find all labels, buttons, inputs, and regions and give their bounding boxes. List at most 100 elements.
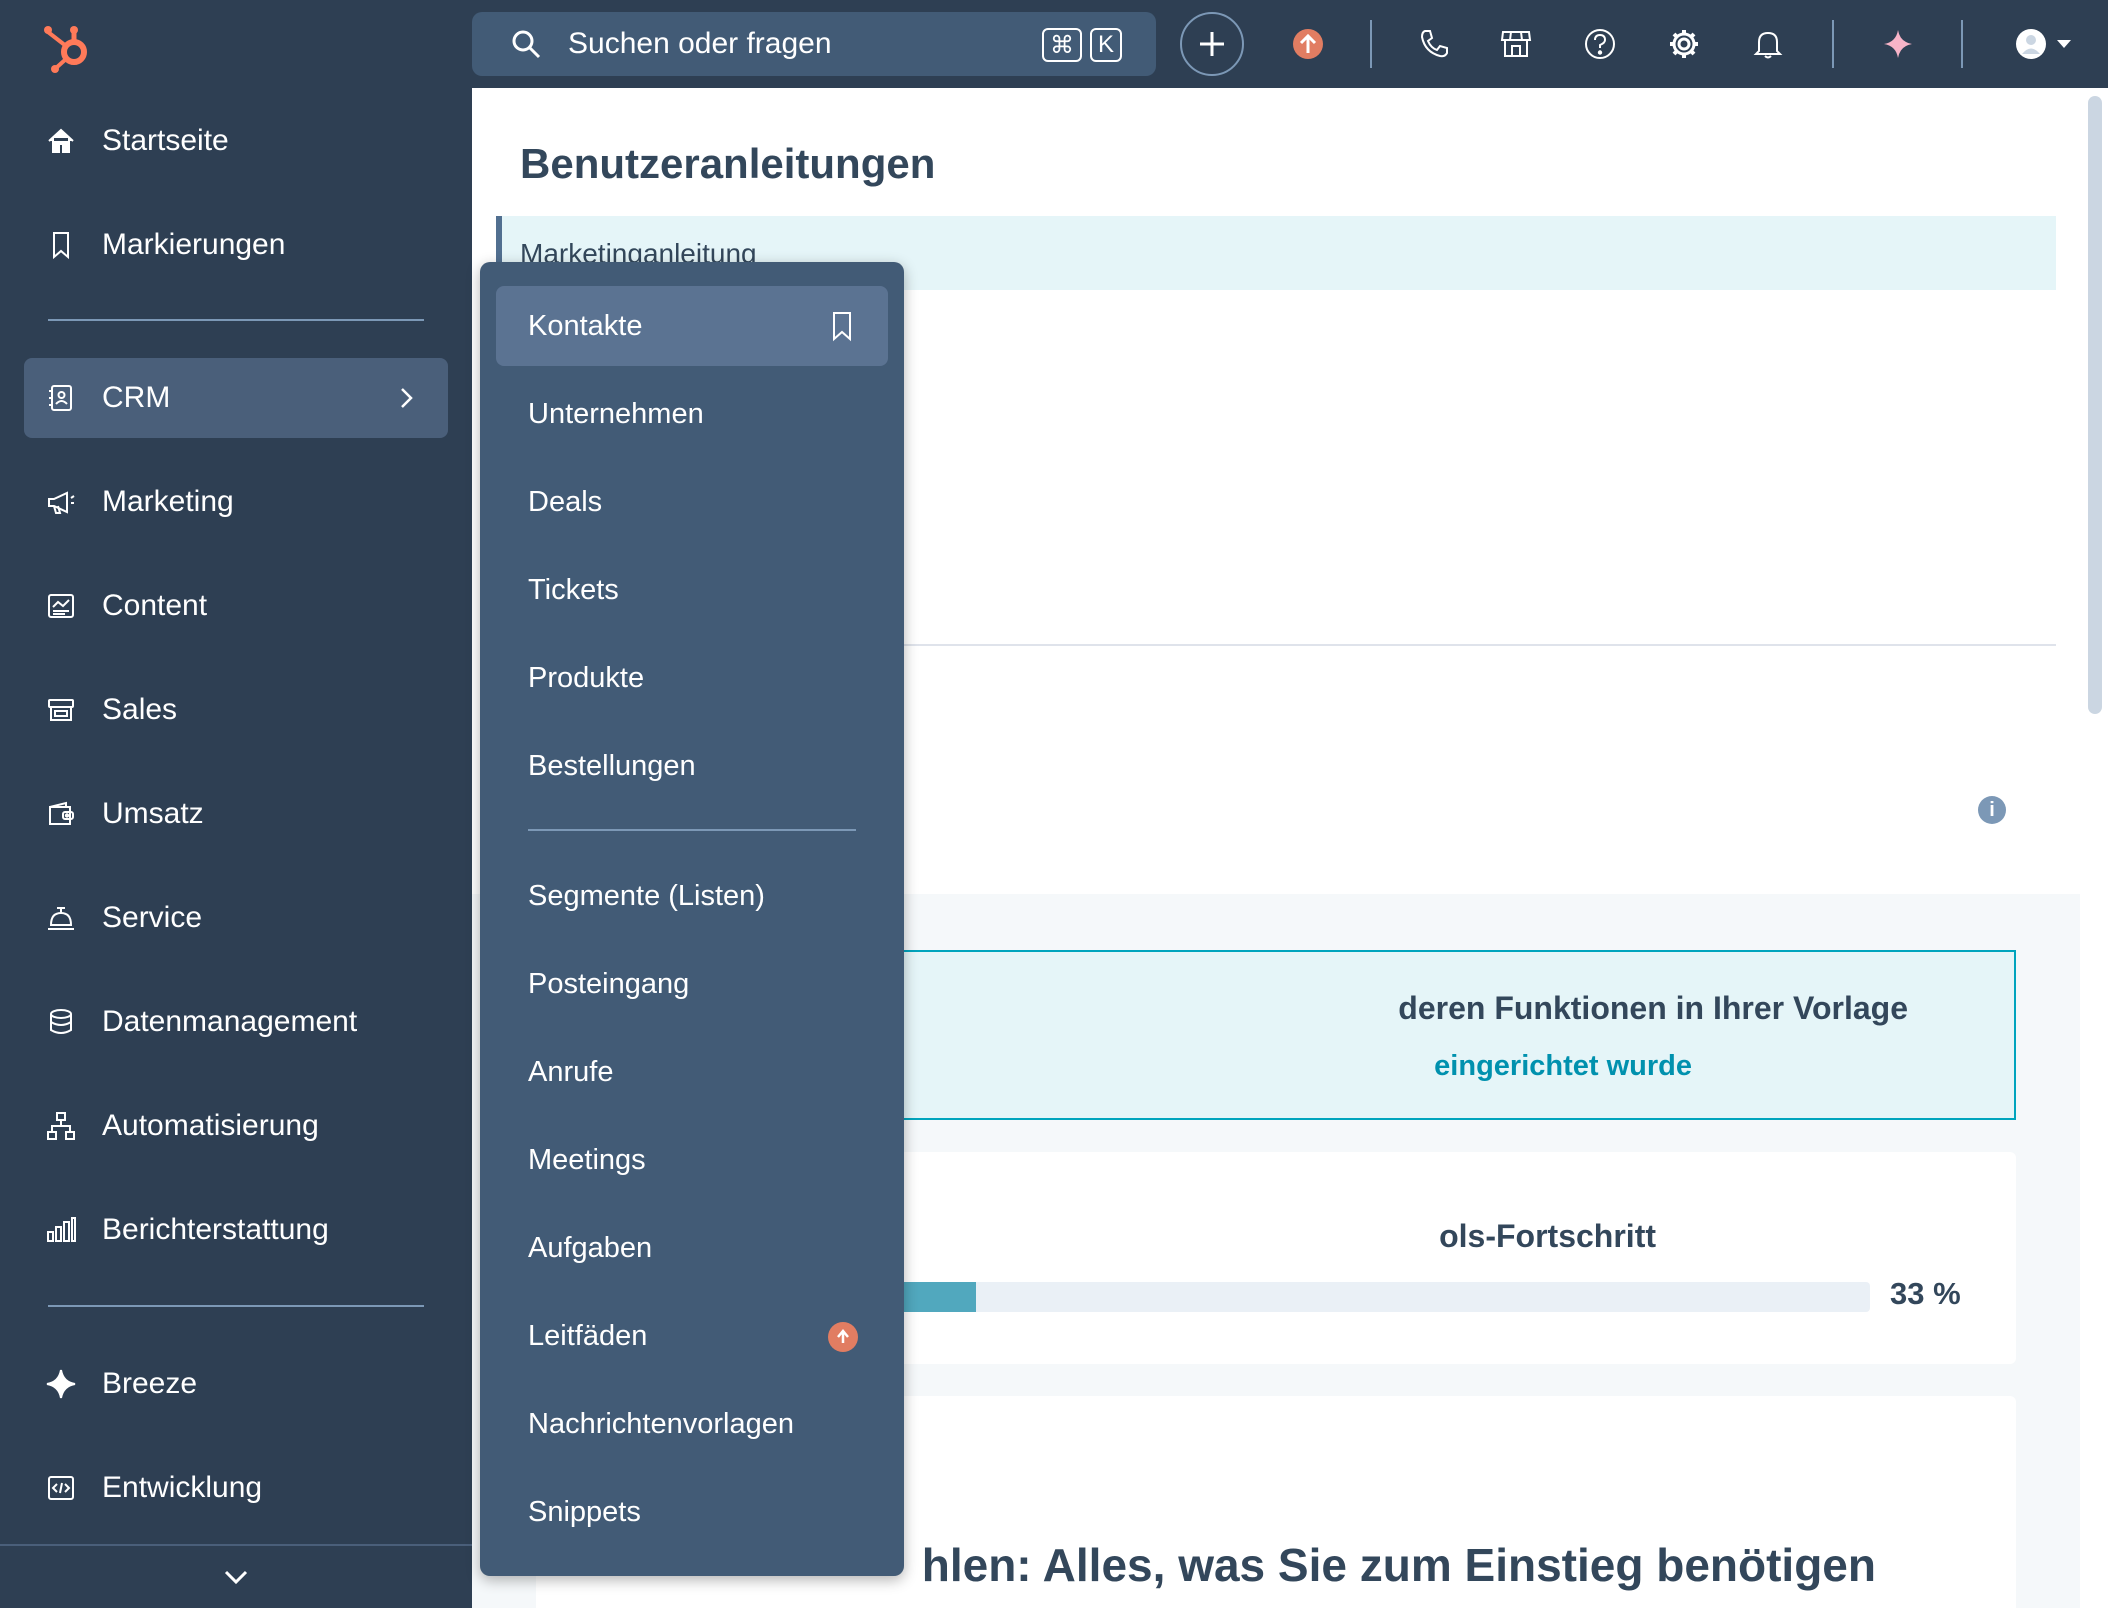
menu-item-posteingang[interactable]: Posteingang xyxy=(496,944,888,1024)
sidebar-item-breeze[interactable]: Breeze xyxy=(24,1344,448,1424)
menu-item-label: Meetings xyxy=(528,1143,646,1176)
avatar-icon xyxy=(2016,29,2046,59)
sidebar-item-label: Marketing xyxy=(102,485,234,518)
upgrade-arrow-icon xyxy=(837,1329,849,1343)
calling-button[interactable] xyxy=(1402,12,1466,76)
sidebar-item-content[interactable]: Content xyxy=(24,566,448,646)
sidebar-item-label: Entwicklung xyxy=(102,1471,263,1504)
menu-item-label: Deals xyxy=(528,485,603,518)
topbar-separator xyxy=(1961,20,1963,68)
upgrade-arrow-icon xyxy=(1293,29,1323,59)
sidebar-item-sales[interactable]: Sales xyxy=(24,670,448,750)
bell-icon xyxy=(1753,31,1783,59)
sidebar-item-service[interactable]: Service xyxy=(24,878,448,958)
menu-item-label: Produkte xyxy=(528,661,645,694)
progress-percent: 33 % xyxy=(1890,1276,1961,1311)
content-icon xyxy=(44,589,78,623)
sidebar-expand-toggle[interactable] xyxy=(0,1544,472,1608)
menu-item-snippets[interactable]: Snippets xyxy=(496,1472,888,1552)
search-icon xyxy=(512,30,541,59)
info-icon[interactable]: i xyxy=(1978,796,2006,824)
menu-item-aufgaben[interactable]: Aufgaben xyxy=(496,1208,888,1288)
sidebar-item-label: Umsatz xyxy=(102,797,204,830)
sidebar-item-markierungen[interactable]: Markierungen xyxy=(24,205,448,285)
megaphone-icon xyxy=(44,485,78,519)
breeze-assistant-button[interactable] xyxy=(1866,12,1930,76)
settings-button[interactable] xyxy=(1652,12,1716,76)
sidebar-item-umsatz[interactable]: Umsatz xyxy=(24,774,448,854)
database-icon xyxy=(44,1005,78,1039)
sidebar-item-label: Content xyxy=(102,589,208,622)
home-icon xyxy=(44,124,78,158)
page-title: Benutzeranleitungen xyxy=(520,140,936,187)
sidebar-item-label: Breeze xyxy=(102,1367,198,1400)
shortcut-k-key: K xyxy=(1090,28,1122,62)
upgrade-badge xyxy=(828,1322,858,1352)
shortcut-cmd-key: ⌘ xyxy=(1042,28,1082,62)
sidebar-item-label: Sales xyxy=(102,693,178,726)
notifications-button[interactable] xyxy=(1736,12,1800,76)
upgrade-button[interactable] xyxy=(1276,12,1340,76)
wallet-icon xyxy=(44,797,78,831)
menu-item-leitfaeden[interactable]: Leitfäden xyxy=(496,1296,888,1376)
menu-item-label: Anrufe xyxy=(528,1055,614,1088)
menu-item-segmente[interactable]: Segmente (Listen) xyxy=(496,856,888,936)
sidebar-item-entwicklung[interactable]: Entwicklung xyxy=(24,1448,448,1528)
sidebar-item-label: Datenmanagement xyxy=(102,1005,358,1038)
topbar-separator xyxy=(1832,20,1834,68)
menu-item-kontakte[interactable]: Kontakte xyxy=(496,286,888,366)
gear-icon xyxy=(1670,30,1698,58)
caret-down-icon xyxy=(2057,40,2071,48)
menu-item-label: Posteingang xyxy=(528,967,690,1000)
chevron-right-icon xyxy=(401,388,413,408)
menu-item-meetings[interactable]: Meetings xyxy=(496,1120,888,1200)
sidebar-item-crm[interactable]: CRM xyxy=(24,358,448,438)
menu-item-label: Segmente (Listen) xyxy=(528,879,765,912)
hubspot-logo-icon[interactable] xyxy=(40,18,96,74)
marketplace-button[interactable] xyxy=(1484,12,1548,76)
create-button[interactable] xyxy=(1180,12,1244,76)
plus-icon xyxy=(1200,32,1224,56)
bookmark-icon xyxy=(44,228,78,262)
sidebar-item-label: CRM xyxy=(102,381,171,414)
crm-dropdown-menu: Kontakte Unternehmen Deals Tickets Produ… xyxy=(480,262,904,1576)
sparkle-icon xyxy=(1884,30,1912,58)
menu-item-label: Nachrichtenvorlagen xyxy=(528,1407,794,1440)
account-menu-button[interactable] xyxy=(2004,12,2084,76)
bookmark-icon[interactable] xyxy=(828,310,856,342)
sidebar-item-berichterstattung[interactable]: Berichterstattung xyxy=(24,1190,448,1270)
sidebar-divider xyxy=(48,1305,424,1307)
menu-item-deals[interactable]: Deals xyxy=(496,462,888,542)
menu-item-produkte[interactable]: Produkte xyxy=(496,638,888,718)
sidebar-item-label: Startseite xyxy=(102,124,229,157)
phone-icon xyxy=(1420,30,1448,58)
chevron-down-icon xyxy=(224,1570,248,1585)
menu-item-tickets[interactable]: Tickets xyxy=(496,550,888,630)
sidebar-item-label: Markierungen xyxy=(102,228,286,261)
search-placeholder: Suchen oder fragen xyxy=(568,27,832,60)
scrollbar[interactable] xyxy=(2080,88,2108,1608)
menu-item-label: Unternehmen xyxy=(528,397,704,430)
service-bell-icon xyxy=(44,901,78,935)
sales-icon xyxy=(44,693,78,727)
menu-item-unternehmen[interactable]: Unternehmen xyxy=(496,374,888,454)
workflow-icon xyxy=(44,1109,78,1143)
code-icon xyxy=(44,1471,78,1505)
sidebar-divider xyxy=(48,319,424,321)
sidebar-item-automatisierung[interactable]: Automatisierung xyxy=(24,1086,448,1166)
help-button[interactable] xyxy=(1568,12,1632,76)
menu-item-nachrichtenvorlagen[interactable]: Nachrichtenvorlagen xyxy=(496,1384,888,1464)
menu-item-anrufe[interactable]: Anrufe xyxy=(496,1032,888,1112)
scrollbar-thumb[interactable] xyxy=(2088,96,2102,714)
menu-item-label: Tickets xyxy=(528,573,619,606)
sidebar-item-datenmanagement[interactable]: Datenmanagement xyxy=(24,982,448,1062)
menu-item-bestellungen[interactable]: Bestellungen xyxy=(496,726,888,806)
sidebar-item-startseite[interactable]: Startseite xyxy=(24,101,448,181)
help-icon xyxy=(1585,29,1615,59)
menu-divider xyxy=(528,829,856,831)
menu-item-label: Bestellungen xyxy=(528,749,696,782)
menu-item-label: Leitfäden xyxy=(528,1319,648,1352)
sidebar-item-marketing[interactable]: Marketing xyxy=(24,462,448,542)
search-input[interactable]: Suchen oder fragen ⌘ K xyxy=(472,12,1156,76)
bar-chart-icon xyxy=(44,1213,78,1247)
